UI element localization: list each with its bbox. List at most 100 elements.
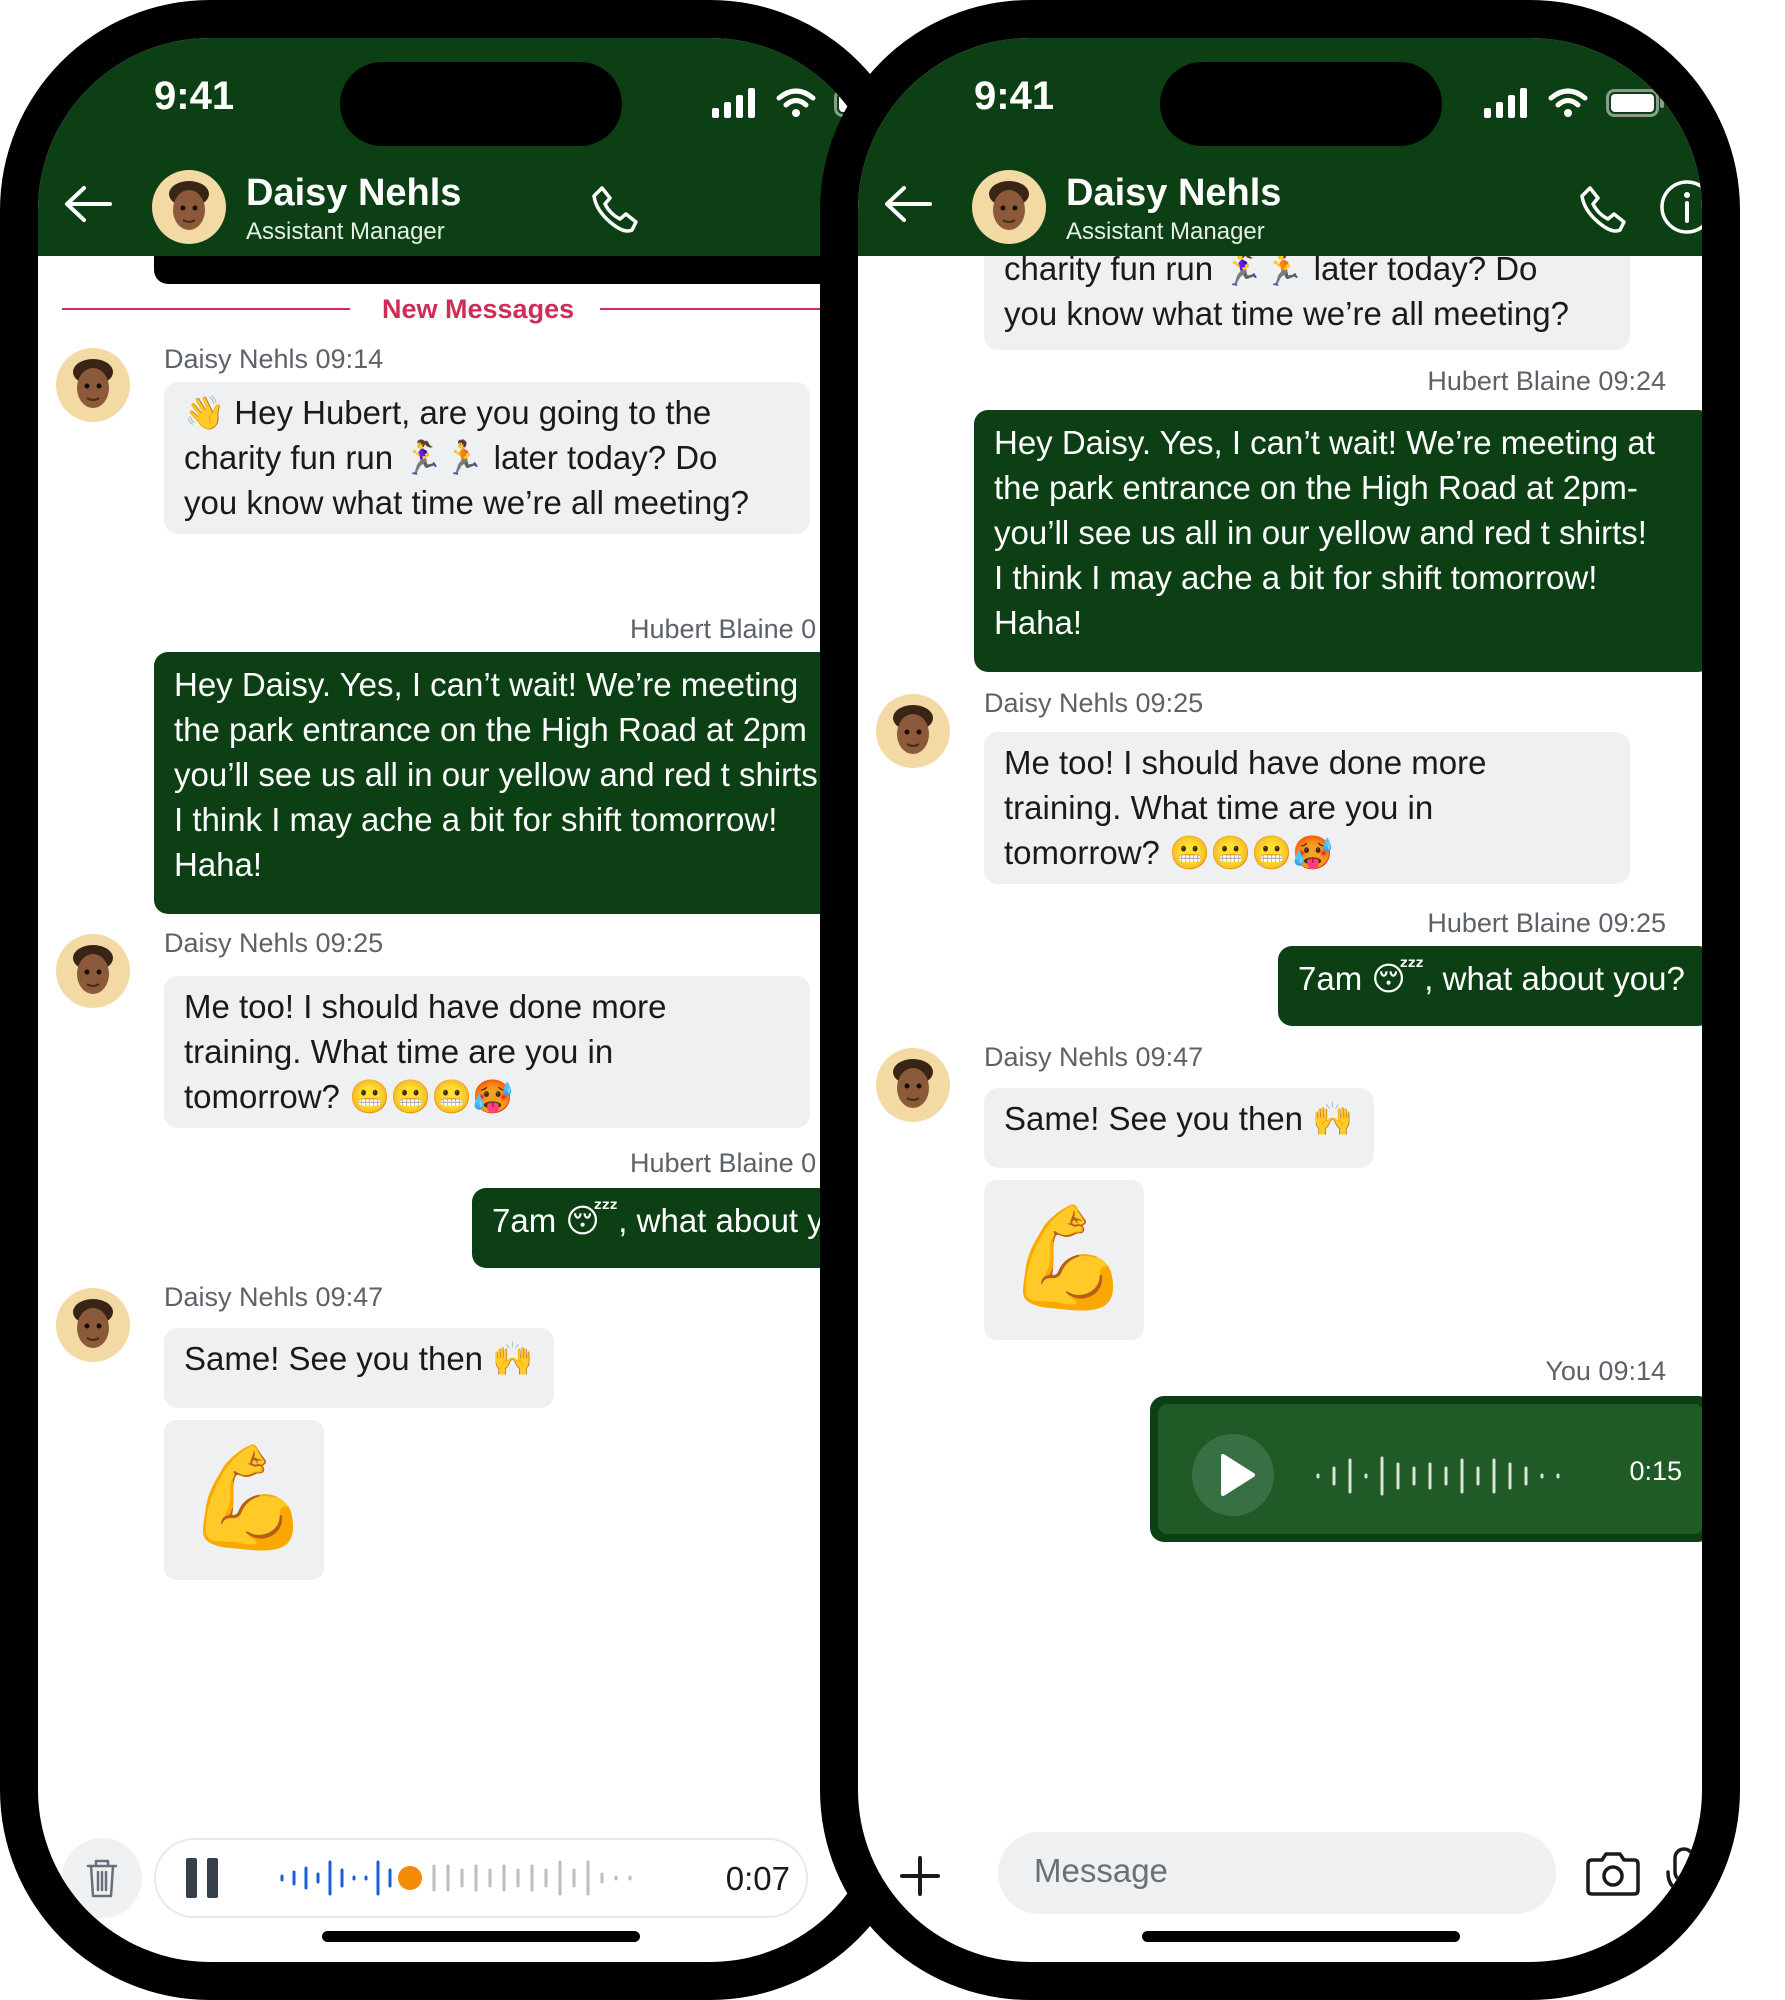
- memoji-avatar-icon: [893, 705, 933, 754]
- memoji-avatar-icon: [73, 945, 113, 994]
- avatar[interactable]: [56, 1288, 130, 1362]
- message-line: the park entrance on the High Road at 2p…: [994, 469, 1638, 506]
- voice-waveform: [1316, 1456, 1560, 1496]
- contact-role: Assistant Manager: [1066, 218, 1265, 245]
- message-sender: Daisy Nehls 09:47: [984, 1042, 1204, 1072]
- avatar[interactable]: [56, 934, 130, 1008]
- avatar[interactable]: [876, 694, 950, 768]
- voice-duration: 0:15: [1629, 1456, 1682, 1486]
- message-sender: Daisy Nehls 09:25: [984, 688, 1204, 718]
- message-input[interactable]: Message: [998, 1832, 1556, 1914]
- status-time: 9:41: [974, 74, 1055, 118]
- message-line: you know what time we’re all meeting?: [1004, 295, 1569, 332]
- home-indicator[interactable]: [1142, 1931, 1460, 1942]
- chat-area: charity fun run 🏃‍♀️🏃 later today? Do yo…: [858, 226, 1702, 1962]
- message-line: Me too! I should have done more: [1004, 744, 1487, 781]
- avatar[interactable]: [56, 348, 130, 422]
- play-button[interactable]: [1192, 1434, 1274, 1516]
- message-line: you know what time we’re all meeting?: [184, 484, 749, 521]
- message-sender: Hubert Blaine 09:24: [1427, 366, 1666, 396]
- flexed-biceps-emoji: 💪: [1006, 1202, 1131, 1314]
- voice-message[interactable]: 0:15: [1150, 1396, 1702, 1542]
- message-line: Same! See you then 🙌: [1004, 1100, 1354, 1137]
- signal-icon: [1484, 88, 1527, 118]
- incoming-message[interactable]: Same! See you then 🙌: [164, 1328, 554, 1408]
- info-icon[interactable]: [1658, 178, 1702, 236]
- chat-header: 9:41 Daisy Nehls Assistant Manager: [38, 38, 882, 256]
- new-messages-line: [62, 308, 350, 310]
- emoji-message[interactable]: 💪: [164, 1420, 324, 1580]
- message-sender: Daisy Nehls 09:47: [164, 1282, 384, 1312]
- contact-name: Daisy Nehls: [246, 172, 462, 214]
- message-line: Hey Daisy. Yes, I can’t wait! We’re meet…: [174, 666, 799, 703]
- recording-bar: 0:07: [154, 1838, 808, 1918]
- signal-icon: [712, 88, 755, 118]
- message-sender: Hubert Blaine 0: [630, 614, 817, 644]
- trash-icon: [86, 1859, 118, 1898]
- incoming-message[interactable]: Me too! I should have done more training…: [984, 732, 1630, 884]
- contact-avatar[interactable]: [152, 170, 226, 244]
- message-line: tomorrow? 😬😬😬🥵: [184, 1078, 514, 1115]
- pause-icon[interactable]: [182, 1858, 222, 1898]
- message-line: the park entrance on the High Road at 2p…: [174, 711, 807, 748]
- memoji-avatar-icon: [893, 1059, 933, 1108]
- contact-avatar[interactable]: [972, 170, 1046, 244]
- incoming-message[interactable]: Same! See you then 🙌: [984, 1088, 1374, 1168]
- message-sender: Hubert Blaine 09:25: [1427, 908, 1666, 938]
- message-line: you’ll see us all in our yellow and red …: [174, 756, 818, 793]
- memoji-avatar-icon: [989, 181, 1029, 230]
- message-line: I think I may ache a bit for shift tomor…: [174, 801, 778, 838]
- home-indicator[interactable]: [322, 1931, 640, 1942]
- delete-recording-button[interactable]: [62, 1838, 142, 1918]
- screen-right: 9:41 Daisy Nehls Assistant Manager chari…: [858, 38, 1702, 1962]
- camera-icon[interactable]: [1584, 1850, 1642, 1898]
- memoji-avatar-icon: [73, 1299, 113, 1348]
- message-input-placeholder: Message: [1034, 1852, 1168, 1889]
- chat-area: New Messages Daisy Nehls 09:14 👋 Hey Hub…: [38, 256, 882, 1962]
- emoji-message[interactable]: 💪: [984, 1180, 1144, 1340]
- microphone-icon[interactable]: [1664, 1846, 1702, 1902]
- wifi-icon: [1548, 88, 1588, 117]
- message-line: you’ll see us all in our yellow and red …: [994, 514, 1647, 551]
- memoji-avatar-icon: [169, 181, 209, 230]
- message-line: Haha!: [994, 604, 1083, 641]
- back-arrow-icon[interactable]: [62, 184, 114, 224]
- outgoing-message[interactable]: Hey Daisy. Yes, I can’t wait! We’re meet…: [154, 652, 882, 914]
- previous-message-bubble: [154, 256, 882, 284]
- message-sender: Daisy Nehls 09:14: [164, 344, 384, 374]
- message-line: Me too! I should have done more: [184, 988, 667, 1025]
- voice-message-inner: 0:15: [1158, 1404, 1702, 1534]
- message-line: Haha!: [174, 846, 263, 883]
- plus-icon[interactable]: [896, 1852, 944, 1900]
- dynamic-island: [1160, 62, 1442, 146]
- message-line: 7am 😴, what about you?: [1298, 960, 1685, 997]
- contact-role: Assistant Manager: [246, 218, 445, 245]
- memoji-avatar-icon: [73, 359, 113, 408]
- phone-icon[interactable]: [1576, 184, 1628, 236]
- incoming-message[interactable]: Me too! I should have done more training…: [164, 976, 810, 1128]
- message-sender: Daisy Nehls 09:25: [164, 928, 384, 958]
- back-arrow-icon[interactable]: [882, 184, 934, 224]
- dynamic-island: [340, 62, 622, 146]
- phone-icon[interactable]: [588, 184, 640, 236]
- message-line: Same! See you then 🙌: [184, 1340, 534, 1377]
- play-icon: [1221, 1454, 1255, 1496]
- outgoing-message[interactable]: Hey Daisy. Yes, I can’t wait! We’re meet…: [974, 410, 1702, 672]
- incoming-message[interactable]: 👋 Hey Hubert, are you going to the chari…: [164, 382, 810, 534]
- phone-frame-right: 9:41 Daisy Nehls Assistant Manager chari…: [820, 0, 1740, 2000]
- recording-duration: 0:07: [725, 1860, 790, 1897]
- battery-icon: [1606, 89, 1664, 117]
- message-line: 👋 Hey Hubert, are you going to the: [184, 394, 712, 431]
- avatar[interactable]: [876, 1048, 950, 1122]
- phone-frame-left: 9:41 Daisy Nehls Assistant Manager New M…: [0, 0, 920, 2000]
- message-line: Hey Daisy. Yes, I can’t wait! We’re meet…: [994, 424, 1655, 461]
- flexed-biceps-emoji: 💪: [186, 1442, 311, 1554]
- message-sender: Hubert Blaine 0: [630, 1148, 817, 1178]
- contact-name: Daisy Nehls: [1066, 172, 1282, 214]
- message-sender: You 09:14: [1545, 1356, 1666, 1386]
- recording-waveform[interactable]: [276, 1856, 676, 1900]
- message-line: I think I may ache a bit for shift tomor…: [994, 559, 1598, 596]
- outgoing-message[interactable]: 7am 😴, what about you?: [1278, 946, 1702, 1026]
- status-icons: [1484, 88, 1664, 118]
- message-line: training. What time are you in: [1004, 789, 1434, 826]
